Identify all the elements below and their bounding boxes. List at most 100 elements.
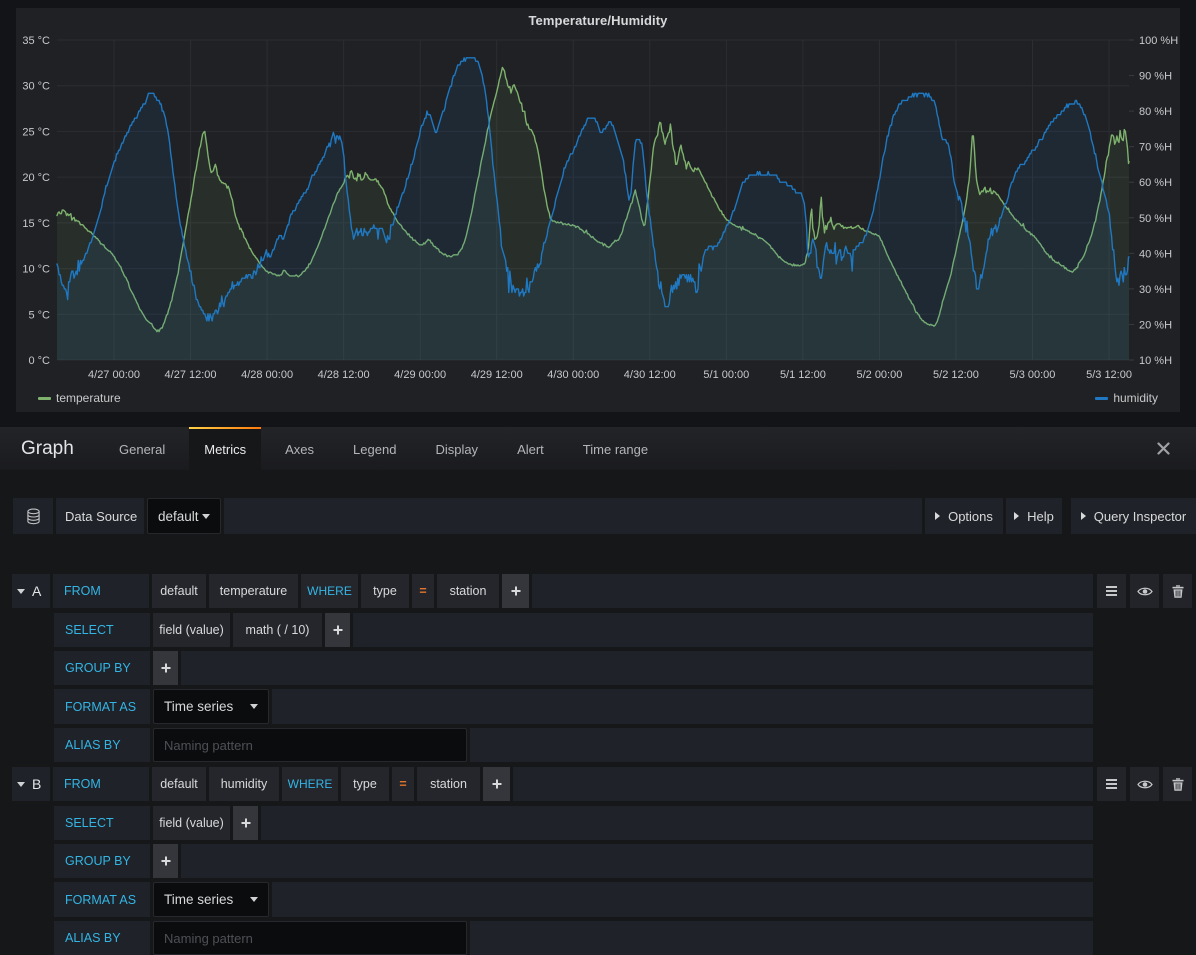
y-axis-right-label: 10 %H: [1139, 355, 1172, 367]
legend-label-humidity[interactable]: humidity: [1113, 391, 1158, 405]
plus-icon: [161, 663, 171, 673]
tab-metrics[interactable]: Metrics: [189, 427, 261, 470]
query-a-where-operator[interactable]: =: [412, 574, 434, 608]
query-b-from-row: B FROM default humidity WHERE type = sta…: [12, 767, 1093, 801]
query-b-remove-button[interactable]: [1163, 767, 1192, 801]
plus-icon: [511, 586, 521, 596]
query-b-where-add-button[interactable]: [483, 767, 510, 801]
query-b-format-keyword[interactable]: FORMAT AS: [54, 882, 150, 917]
y-axis-right-label: 70 %H: [1139, 142, 1172, 154]
x-axis-label: 5/1 00:00: [703, 369, 749, 381]
x-axis-label: 4/29 12:00: [471, 369, 523, 381]
legend-item-humidity[interactable]: humidity: [1095, 391, 1158, 405]
query-b-format-select[interactable]: Time series: [153, 882, 269, 917]
caret-down-icon: [17, 589, 25, 594]
caret-down-icon: [202, 514, 210, 519]
query-b-collapse-toggle[interactable]: B: [12, 767, 50, 801]
query-a-group-by-add-button[interactable]: [153, 651, 178, 685]
query-a-group-by-keyword[interactable]: GROUP BY: [54, 651, 150, 685]
time-series-chart[interactable]: 0 °C5 °C10 °C15 °C20 °C25 °C30 °C35 °C10…: [16, 8, 1180, 412]
query-inspector-button-label: Query Inspector: [1094, 509, 1187, 524]
query-b-where-tag-value[interactable]: station: [417, 767, 480, 801]
query-a-alias-input[interactable]: [153, 728, 467, 762]
x-axis-label: 4/28 00:00: [241, 369, 293, 381]
query-b-from-datasource-part[interactable]: default: [152, 767, 206, 801]
plus-icon: [241, 818, 251, 828]
query-row-filler: [353, 613, 1093, 647]
tab-axes[interactable]: Axes: [270, 427, 329, 470]
legend-swatch-temperature: [38, 397, 51, 400]
query-a-toggle-visibility-button[interactable]: [1130, 574, 1159, 608]
x-axis-label: 5/2 00:00: [856, 369, 902, 381]
query-b-group-by-row: GROUP BY: [54, 844, 1093, 878]
query-a-collapse-toggle[interactable]: A: [12, 574, 50, 608]
query-a-menu-button[interactable]: [1097, 574, 1126, 608]
x-axis-label: 4/27 12:00: [165, 369, 217, 381]
query-a-remove-button[interactable]: [1163, 574, 1192, 608]
eye-icon: [1137, 586, 1153, 597]
y-axis-left-label: 20 °C: [22, 172, 50, 184]
legend-label-temperature[interactable]: temperature: [56, 391, 121, 405]
query-b-from-keyword[interactable]: FROM: [53, 767, 149, 801]
query-a-alias-keyword[interactable]: ALIAS BY: [54, 728, 150, 762]
eye-icon: [1137, 779, 1153, 790]
y-axis-left-label: 35 °C: [22, 35, 50, 47]
query-a-where-tag-key[interactable]: type: [361, 574, 409, 608]
query-b-where-operator[interactable]: =: [392, 767, 414, 801]
y-axis-right-label: 50 %H: [1139, 213, 1172, 225]
panel-title[interactable]: Temperature/Humidity: [16, 13, 1180, 28]
query-a-select-math-part[interactable]: math ( / 10): [233, 613, 322, 647]
tab-time-range[interactable]: Time range: [568, 427, 663, 470]
query-a-format-keyword[interactable]: FORMAT AS: [54, 689, 150, 724]
y-axis-right-label: 80 %H: [1139, 106, 1172, 118]
y-axis-left-label: 15 °C: [22, 218, 50, 230]
query-b-toggle-visibility-button[interactable]: [1130, 767, 1159, 801]
query-b-alias-input[interactable]: [153, 921, 467, 955]
query-a-format-select[interactable]: Time series: [153, 689, 269, 724]
query-b-group-by-add-button[interactable]: [153, 844, 178, 878]
y-axis-right-label: 90 %H: [1139, 71, 1172, 83]
query-b-group-by-keyword[interactable]: GROUP BY: [54, 844, 150, 878]
query-a-select-add-button[interactable]: [325, 613, 350, 647]
query-b-menu-button[interactable]: [1097, 767, 1126, 801]
x-axis-label: 5/3 00:00: [1010, 369, 1056, 381]
y-axis-left-label: 25 °C: [22, 126, 50, 138]
tab-legend[interactable]: Legend: [338, 427, 411, 470]
tab-alert[interactable]: Alert: [502, 427, 559, 470]
x-axis-label: 4/30 12:00: [624, 369, 676, 381]
query-b-select-keyword[interactable]: SELECT: [54, 806, 150, 840]
datasource-row-filler: [224, 498, 922, 534]
y-axis-left-label: 0 °C: [28, 355, 50, 367]
query-row-filler: [181, 651, 1093, 685]
options-button[interactable]: Options: [925, 498, 1003, 534]
query-a-where-keyword[interactable]: WHERE: [301, 574, 358, 608]
query-a-select-keyword[interactable]: SELECT: [54, 613, 150, 647]
help-button[interactable]: Help: [1006, 498, 1062, 534]
datasource-select[interactable]: default: [147, 498, 221, 534]
close-icon[interactable]: [1157, 427, 1170, 470]
query-b-select-add-button[interactable]: [233, 806, 258, 840]
query-b-where-tag-key[interactable]: type: [341, 767, 389, 801]
datasource-row: Data Source default Options Help Query I…: [13, 498, 1196, 534]
x-axis-label: 4/29 00:00: [394, 369, 446, 381]
query-b-alias-keyword[interactable]: ALIAS BY: [54, 921, 150, 955]
query-b-select-field-part[interactable]: field (value): [153, 806, 230, 840]
query-b-from-measurement-part[interactable]: humidity: [209, 767, 279, 801]
query-row-filler: [532, 574, 1093, 608]
tab-display[interactable]: Display: [420, 427, 493, 470]
query-row-filler: [181, 844, 1093, 878]
query-a-from-measurement-part[interactable]: temperature: [209, 574, 298, 608]
y-axis-left-label: 30 °C: [22, 81, 50, 93]
query-a-select-field-part[interactable]: field (value): [153, 613, 230, 647]
query-b-where-keyword[interactable]: WHERE: [282, 767, 338, 801]
legend-item-temperature[interactable]: temperature: [38, 391, 121, 405]
tab-general[interactable]: General: [104, 427, 180, 470]
query-inspector-button[interactable]: Query Inspector: [1071, 498, 1196, 534]
y-axis-right-label: 30 %H: [1139, 284, 1172, 296]
query-a-actions: [1097, 574, 1192, 608]
query-b-format-select-value: Time series: [164, 892, 233, 907]
query-a-from-datasource-part[interactable]: default: [152, 574, 206, 608]
query-a-where-tag-value[interactable]: station: [437, 574, 499, 608]
query-a-from-keyword[interactable]: FROM: [53, 574, 149, 608]
query-a-where-add-button[interactable]: [502, 574, 529, 608]
